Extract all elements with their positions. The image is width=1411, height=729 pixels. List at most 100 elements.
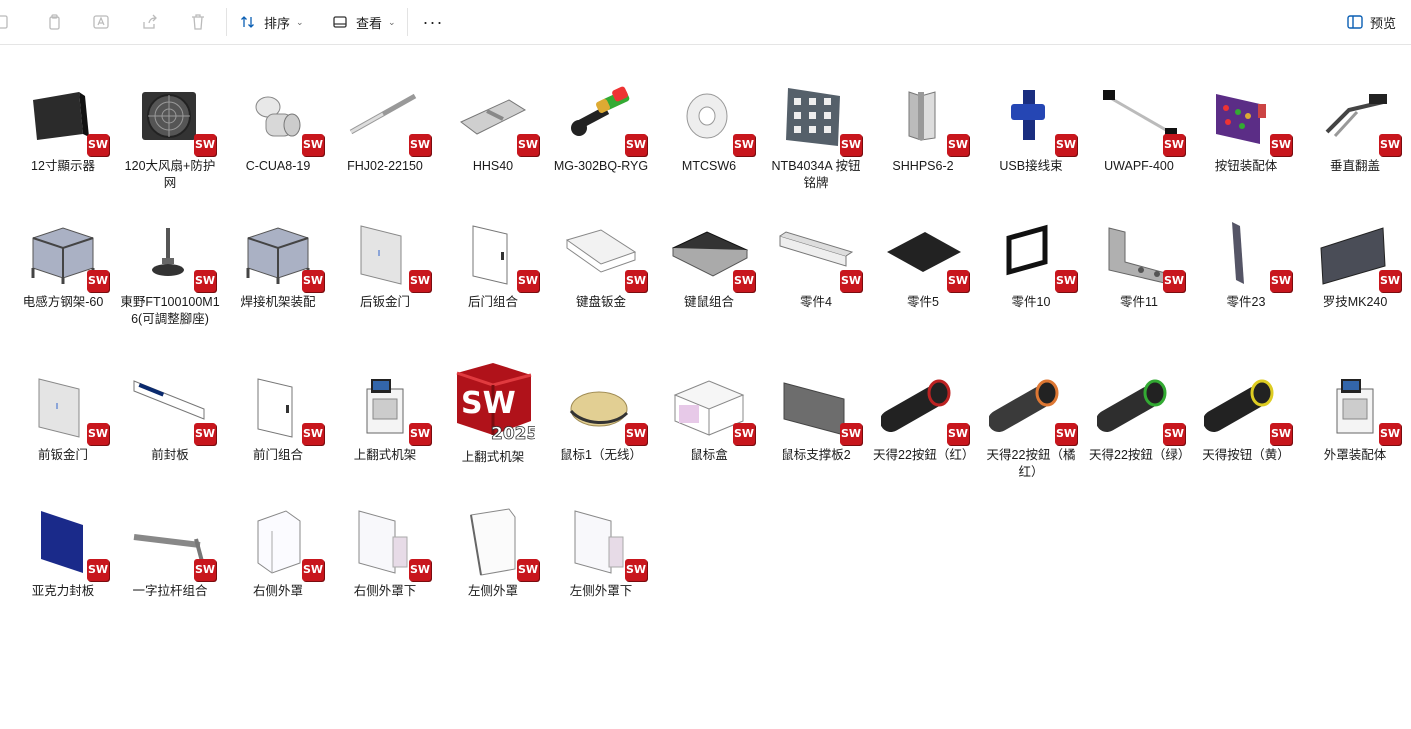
solidworks-badge-icon: SW bbox=[409, 270, 431, 292]
file-name: 左侧外罩下 bbox=[569, 584, 633, 598]
file-item[interactable]: SW 亚克力封板 bbox=[9, 507, 117, 600]
solidworks-badge-icon: SW bbox=[1379, 270, 1401, 292]
solidworks-badge-icon: SW bbox=[87, 423, 109, 445]
solidworks-badge-icon: SW bbox=[87, 559, 109, 581]
rod-thumbnail-icon: SW bbox=[128, 507, 216, 581]
file-item[interactable]: SW 鼠标支撑板2 bbox=[762, 371, 870, 464]
file-name: 前封板 bbox=[151, 448, 189, 462]
knob-orange-thumbnail-icon: SW bbox=[988, 371, 1077, 445]
file-name: 天得按钮（黄） bbox=[1202, 448, 1290, 462]
preview-button[interactable]: 预览 bbox=[1346, 11, 1396, 33]
file-item[interactable]: SW 前封板 bbox=[116, 371, 224, 464]
file-item[interactable]: SW 天得22按鈕（橘红） bbox=[977, 371, 1085, 481]
mouse-thumbnail-icon: SW bbox=[559, 371, 647, 445]
solidworks-badge-icon: SW bbox=[194, 423, 216, 445]
file-name: MTCSW6 bbox=[681, 159, 737, 173]
copy-icon[interactable] bbox=[44, 12, 64, 32]
knob-yellow-thumbnail-icon: SW bbox=[1203, 371, 1292, 445]
file-item[interactable]: SW 零件23 bbox=[1192, 218, 1300, 311]
file-item[interactable]: SW 一字拉杆组合 bbox=[116, 507, 224, 600]
file-item[interactable]: SW 左侧外罩 bbox=[439, 507, 547, 600]
solidworks-badge-icon: SW bbox=[517, 134, 539, 156]
file-name: 天得22按鈕（橘红） bbox=[986, 448, 1076, 479]
file-item[interactable]: SW 右侧外罩下 bbox=[331, 507, 439, 600]
keyboard-thumbnail-icon: SW bbox=[667, 218, 755, 292]
file-item[interactable]: SW 焊接机架装配 bbox=[224, 218, 332, 311]
file-item[interactable]: SW 零件4 bbox=[762, 218, 870, 311]
new-icon[interactable] bbox=[0, 12, 12, 32]
file-item[interactable]: SW 天得22按鈕（红） bbox=[869, 371, 977, 464]
file-name: HHS40 bbox=[472, 159, 514, 173]
solidworks-badge-icon: SW bbox=[194, 134, 216, 156]
file-item[interactable]: SW 右侧外罩 bbox=[224, 507, 332, 600]
file-item[interactable]: SW 12寸顯示器 bbox=[9, 82, 117, 175]
file-name: 电感方钢架-60 bbox=[22, 295, 104, 309]
file-name: 120大风扇+防护网 bbox=[124, 159, 216, 190]
share-icon[interactable] bbox=[140, 12, 160, 32]
file-name: 前门组合 bbox=[252, 448, 303, 462]
file-item[interactable]: SW 后门组合 bbox=[439, 218, 547, 311]
solidworks-badge-icon: SW bbox=[87, 270, 109, 292]
file-item[interactable]: SW C-CUA8-19 bbox=[224, 82, 332, 175]
file-item[interactable]: SW SHHPS6-2 bbox=[869, 82, 977, 175]
file-item[interactable]: SW 120大风扇+防护网 bbox=[116, 82, 224, 192]
panel-thumbnail-icon: SW bbox=[21, 371, 109, 445]
solidworks-badge-icon: SW bbox=[194, 559, 216, 581]
file-grid: SW 12寸顯示器 SW 120大风扇+防护网 SW C-CUA8-19 SW FHJ02-2… bbox=[0, 45, 1411, 729]
file-item[interactable]: SW 天得按钮（黄） bbox=[1192, 371, 1300, 464]
solidworks-badge-icon: SW bbox=[302, 134, 324, 156]
file-name: 東野FT100100M16(可調整腳座) bbox=[120, 295, 220, 326]
file-item[interactable]: SW 外罩装配体 bbox=[1301, 371, 1409, 464]
file-item[interactable]: SW 垂直翻盖 bbox=[1301, 82, 1409, 175]
rename-icon[interactable] bbox=[91, 12, 111, 32]
file-item[interactable]: SW 按钮装配体 bbox=[1192, 82, 1300, 175]
machine-thumbnail-icon: SW bbox=[1313, 371, 1401, 445]
file-item[interactable]: SW 罗技MK240 bbox=[1301, 218, 1409, 311]
file-name: 天得22按鈕（红） bbox=[873, 448, 975, 462]
sort-button[interactable]: 排序 ⌄ bbox=[240, 10, 304, 34]
file-item[interactable]: SW 前门组合 bbox=[224, 371, 332, 464]
file-item[interactable]: SW 天得22按鈕（绿） bbox=[1085, 371, 1193, 464]
file-item[interactable]: SW 电感方钢架-60 bbox=[9, 218, 117, 311]
file-name: 上翻式机架 bbox=[461, 450, 525, 464]
file-item[interactable]: SW 鼠标盒 bbox=[655, 371, 763, 464]
delete-icon[interactable] bbox=[188, 12, 208, 32]
file-item[interactable]: SW NTB4034A 按钮铭牌 bbox=[762, 82, 870, 192]
view-button[interactable]: 查看 ⌄ bbox=[332, 10, 396, 34]
file-item[interactable]: SW 東野FT100100M16(可調整腳座) bbox=[116, 218, 224, 328]
file-item[interactable]: SW HHS40 bbox=[439, 82, 547, 175]
file-name: 右侧外罩下 bbox=[353, 584, 417, 598]
file-item[interactable]: SW 零件11 bbox=[1085, 218, 1193, 311]
hinge-flat-thumbnail-icon: SW bbox=[451, 82, 539, 156]
view-icon bbox=[333, 16, 347, 28]
file-item[interactable]: SW 上翻式机架 bbox=[331, 371, 439, 464]
file-item[interactable]: SW USB接线束 bbox=[977, 82, 1085, 175]
solidworks-badge-icon: SW bbox=[947, 134, 969, 156]
file-item[interactable]: SW 键盘钣金 bbox=[547, 218, 655, 311]
file-name: 一字拉杆组合 bbox=[132, 584, 208, 598]
file-item[interactable]: SW UWAPF-400 bbox=[1085, 82, 1193, 175]
file-name: 垂直翻盖 bbox=[1329, 159, 1380, 173]
fan-thumbnail-icon: SW bbox=[128, 82, 216, 156]
file-item[interactable]: SW 2025 上翻式机架 bbox=[439, 363, 547, 466]
file-name: 前钣金门 bbox=[37, 448, 88, 462]
file-item[interactable]: SW FHJ02-22150 bbox=[331, 82, 439, 175]
file-item[interactable]: SW 零件5 bbox=[869, 218, 977, 311]
file-item[interactable]: SW 左侧外罩下 bbox=[547, 507, 655, 600]
file-item[interactable]: SW MTCSW6 bbox=[655, 82, 763, 175]
flip-cover-thumbnail-icon: SW bbox=[1313, 82, 1401, 156]
more-options-button[interactable]: ··· bbox=[422, 10, 444, 34]
file-name: C-CUA8-19 bbox=[245, 159, 311, 173]
file-item[interactable]: SW 后钣金门 bbox=[331, 218, 439, 311]
file-item[interactable]: SW 键鼠组合 bbox=[655, 218, 763, 311]
file-name: 零件23 bbox=[1226, 295, 1266, 309]
solidworks-badge-icon: SW bbox=[1163, 270, 1185, 292]
solidworks-badge-icon: SW bbox=[1163, 134, 1185, 156]
file-item[interactable]: SW 前钣金门 bbox=[9, 371, 117, 464]
bracket-thumbnail-icon: SW bbox=[1097, 218, 1185, 292]
file-item[interactable]: SW 鼠标1（无线） bbox=[547, 371, 655, 464]
file-item[interactable]: SW 零件10 bbox=[977, 218, 1085, 311]
file-item[interactable]: SW MG-302BQ-RYG bbox=[547, 82, 655, 175]
solidworks-badge-icon: SW bbox=[1055, 423, 1077, 445]
solidworks-badge-icon: SW bbox=[194, 270, 216, 292]
